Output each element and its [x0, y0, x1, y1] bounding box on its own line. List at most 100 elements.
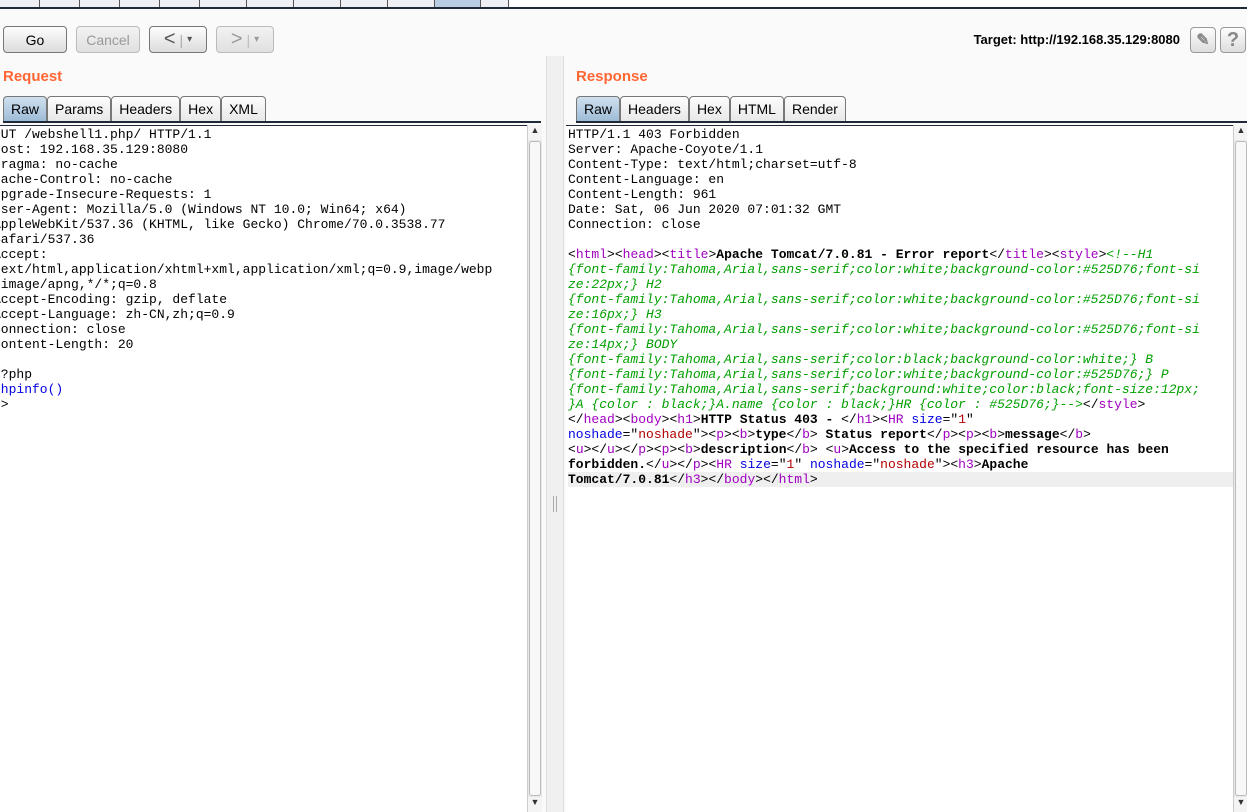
text-line: Server: Apache-Coyote/1.1 — [568, 142, 1233, 157]
top-tab[interactable] — [120, 0, 160, 7]
tab-raw[interactable]: Raw — [3, 96, 48, 121]
tab-headers[interactable]: Headers — [111, 96, 181, 121]
chevron-down-icon[interactable]: ▾ — [187, 34, 192, 45]
tab-hex[interactable]: Hex — [688, 96, 730, 121]
text-segment: > — [1137, 397, 1146, 412]
text-segment: >< — [653, 247, 670, 262]
text-segment: =" — [942, 412, 959, 427]
top-tab[interactable] — [160, 0, 200, 7]
text-segment: Date: Sat, 06 Jun 2020 07:01:32 GMT — [568, 202, 842, 217]
text-segment: =" — [622, 427, 639, 442]
tab-params[interactable]: Params — [47, 96, 112, 121]
text-segment: u — [607, 442, 615, 457]
text-segment: Connection: close — [568, 217, 701, 232]
text-segment: > — [841, 442, 849, 457]
text-line — [0, 352, 527, 367]
text-line: Cache-Control: no-cache — [0, 172, 527, 187]
response-tabs: Raw Headers Hex HTML Render — [576, 96, 1247, 123]
tab-hex[interactable]: Hex — [180, 96, 222, 121]
request-scrollbar[interactable]: ▲ ▼ — [527, 125, 542, 812]
text-segment: Content-Length: 20 — [0, 337, 134, 352]
text-segment: >< — [1043, 247, 1060, 262]
response-title: Response — [576, 68, 648, 85]
response-editor[interactable]: HTTP/1.1 403 Forbidden Server: Apache-Coy… — [566, 125, 1233, 812]
text-line: ze:14px;} BODY — [568, 337, 1233, 352]
text-segment: description — [700, 442, 787, 457]
text-line: Connection: close — [568, 217, 1233, 232]
text-segment: h3 — [685, 472, 701, 487]
forward-button[interactable]: > | ▾ — [216, 26, 274, 53]
text-segment: Accept-Language: zh-CN,zh;q=0.9 — [0, 307, 235, 322]
go-button[interactable]: Go — [3, 26, 67, 53]
text-segment: </ — [568, 412, 584, 427]
scroll-down-icon[interactable]: ▼ — [1234, 797, 1247, 812]
split-pane-divider[interactable] — [546, 56, 564, 812]
request-tabs: Raw Params Headers Hex XML — [3, 96, 541, 123]
back-button[interactable]: < | ▾ — [149, 26, 207, 53]
text-segment: noshade — [809, 457, 865, 472]
text-line: <u></u></p><p><b>description</b> <u>Acce… — [568, 442, 1233, 457]
text-segment: User-Agent: Mozilla/5.0 (Windows NT 10.0… — [0, 202, 407, 217]
text-line: ze:22px;} H2 — [568, 277, 1233, 292]
text-segment: Tomcat/7.0.81 — [568, 472, 670, 487]
text-line: {font-family:Tahoma,Arial,sans-serif;col… — [568, 322, 1233, 337]
scroll-thumb[interactable] — [529, 141, 541, 796]
text-line: Content-Length: 20 — [0, 337, 527, 352]
tab-raw[interactable]: Raw — [576, 96, 621, 121]
text-line: Connection: close — [0, 322, 527, 337]
text-line: Date: Sat, 06 Jun 2020 07:01:32 GMT — [568, 202, 1233, 217]
top-tab[interactable] — [341, 0, 388, 7]
scroll-thumb[interactable] — [1235, 141, 1247, 796]
chevron-down-icon[interactable]: ▾ — [254, 34, 259, 45]
top-tab[interactable] — [481, 0, 509, 7]
top-tab[interactable] — [40, 0, 80, 7]
help-button[interactable]: ? — [1220, 27, 1246, 53]
text-line: AppleWebKit/537.36 (KHTML, like Gecko) C… — [0, 217, 527, 232]
text-segment: > — [973, 457, 982, 472]
text-segment: ></ — [700, 472, 725, 487]
text-segment: size — [911, 412, 943, 427]
top-tab[interactable] — [294, 0, 341, 7]
edit-target-button[interactable]: ✎ — [1190, 27, 1216, 53]
text-segment: p — [692, 457, 701, 472]
target-label[interactable]: Target: http://192.168.35.129:8080 — [974, 32, 1180, 47]
text-segment: HTTP/1.1 403 Forbidden — [568, 127, 740, 142]
text-segment: >< — [661, 412, 678, 427]
text-segment: ?> — [0, 397, 9, 412]
request-editor[interactable]: PUT /webshell1.php/ HTTP/1.1 Host: 192.16… — [0, 125, 527, 812]
text-segment: Status report — [825, 427, 927, 442]
text-line: User-Agent: Mozilla/5.0 (Windows NT 10.0… — [0, 202, 527, 217]
text-segment: Apache Tomcat/7.0.81 - Error report — [716, 247, 990, 262]
top-tab[interactable] — [200, 0, 247, 7]
text-segment: body — [630, 412, 662, 427]
top-tab-selected[interactable] — [435, 0, 481, 7]
text-segment: </ — [786, 427, 803, 442]
text-segment: style — [1098, 397, 1138, 412]
text-segment: =" — [770, 457, 787, 472]
text-segment — [732, 457, 740, 472]
response-scrollbar[interactable]: ▲ ▼ — [1233, 125, 1247, 812]
tab-render[interactable]: Render — [783, 96, 846, 121]
tab-xml[interactable]: XML — [221, 96, 266, 121]
text-line: {font-family:Tahoma,Arial,sans-serif;col… — [568, 262, 1233, 277]
text-line: Upgrade-Insecure-Requests: 1 — [0, 187, 527, 202]
text-segment: HR — [716, 457, 732, 472]
text-line: Accept: — [0, 247, 527, 262]
top-tab[interactable] — [80, 0, 120, 7]
cancel-button[interactable]: Cancel — [76, 26, 140, 53]
text-segment: Safari/537.36 — [0, 232, 95, 247]
scroll-up-icon[interactable]: ▲ — [528, 125, 542, 140]
scroll-up-icon[interactable]: ▲ — [1234, 125, 1247, 140]
scroll-down-icon[interactable]: ▼ — [528, 797, 542, 812]
text-segment: noshade — [568, 427, 623, 442]
text-segment: >< — [950, 427, 966, 442]
top-tab[interactable] — [388, 0, 435, 7]
text-segment: > — [809, 427, 826, 442]
tab-html[interactable]: HTML — [729, 96, 784, 121]
tab-headers[interactable]: Headers — [620, 96, 689, 121]
top-tab[interactable] — [247, 0, 294, 7]
top-tab[interactable] — [0, 0, 40, 7]
text-segment: b — [685, 442, 693, 457]
text-segment: >< — [872, 412, 888, 427]
text-segment: >< — [700, 457, 717, 472]
